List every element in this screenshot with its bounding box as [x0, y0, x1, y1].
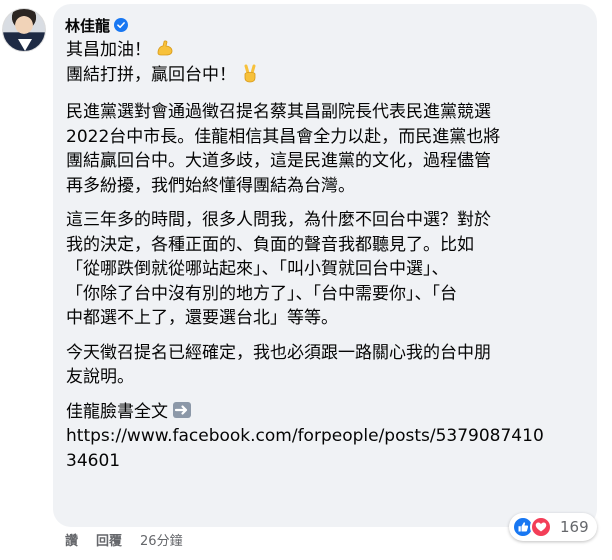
verified-badge-icon [114, 18, 129, 32]
author-name[interactable]: 林佳龍 [65, 15, 110, 36]
author-avatar[interactable] [2, 8, 46, 52]
love-icon [530, 516, 552, 538]
para2-line: 中都選不上了，還要選台北」等等。 [66, 308, 338, 328]
post-link[interactable]: https://www.facebook.com/forpeople/posts… [66, 424, 585, 473]
comment-body: 其昌加油！ 團結打拼，贏回台中！ 民進黨選對會通過徵召提名蔡其昌副院長代表民進黨… [66, 38, 585, 473]
para1-line: 再多紛擾，我們始終懂得團結為台灣。 [66, 175, 355, 196]
right-arrow-icon [173, 401, 191, 418]
link-label-line: 佳龍臉書全文 [66, 400, 585, 425]
reactions-summary[interactable]: 169 [509, 513, 597, 541]
like-button[interactable]: 讚 [65, 530, 78, 549]
post-link-line[interactable]: https://www.facebook.com/forpeople/posts… [66, 424, 585, 449]
comment-actions: 讚 回覆 26分鐘 [65, 530, 183, 549]
paragraph-3: 今天徵召提名已經確定，我也必須跟一路關心我的台中朋 友說明。 [66, 341, 585, 390]
para2-line: 我的決定，各種正面的、負面的聲音我都聽見了。比如 [66, 234, 474, 255]
avatar-shirt [18, 39, 32, 51]
paragraph-1: 民進黨選對會通過徵召提名蔡其昌副院長代表民進黨競選 2022台中市長。佳龍相信其… [66, 100, 585, 198]
para2-line: 「你除了台中沒有別的地方了」、「台中需要你」、「台 [66, 283, 457, 304]
para1-line: 團結贏回台中。大道多歧，這是民進黨的文化，過程儘管 [66, 151, 491, 171]
para2-line: 這三年多的時間，很多人問我，為什麼不回台中選？對於 [66, 210, 491, 230]
para3-line: 友說明。 [66, 367, 134, 387]
victory-hand-icon [244, 64, 256, 82]
para2-line: 「從哪跌倒就從哪站起來」、「叫小賀就回台中選」、 [66, 259, 449, 279]
intro-text-1: 其昌加油！ [66, 40, 151, 60]
para1-line: 民進黨選對會通過徵召提名蔡其昌副院長代表民進黨競選 [66, 102, 491, 122]
intro-line-1: 其昌加油！ [66, 38, 585, 63]
reaction-count: 169 [560, 518, 589, 536]
para3-line: 今天徵召提名已經確定，我也必須跟一路關心我的台中朋 [66, 342, 491, 363]
post-link-line[interactable]: 34601 [66, 449, 585, 474]
reply-button[interactable]: 回覆 [96, 530, 122, 549]
para1-line: 2022台中市長。佳龍相信其昌會全力以赴，而民進黨也將 [66, 126, 501, 147]
intro-line-2: 團結打拼，贏回台中！ [66, 63, 585, 88]
comment-timestamp[interactable]: 26分鐘 [140, 530, 183, 549]
link-label: 佳龍臉書全文 [66, 401, 168, 422]
author-row: 林佳龍 [65, 14, 585, 36]
paragraph-link: 佳龍臉書全文 https://www.facebook.com/forpeopl… [66, 400, 585, 474]
flexed-biceps-icon [157, 40, 173, 56]
comment-bubble: 林佳龍 其昌加油！ 團結打拼，贏回台中！ 民進黨選對會通過徵召提名蔡其昌副院長代… [53, 4, 597, 527]
intro-text-2: 團結打拼，贏回台中！ [66, 64, 236, 85]
paragraph-2: 這三年多的時間，很多人問我，為什麼不回台中選？對於 我的決定，各種正面的、負面的… [66, 208, 585, 331]
